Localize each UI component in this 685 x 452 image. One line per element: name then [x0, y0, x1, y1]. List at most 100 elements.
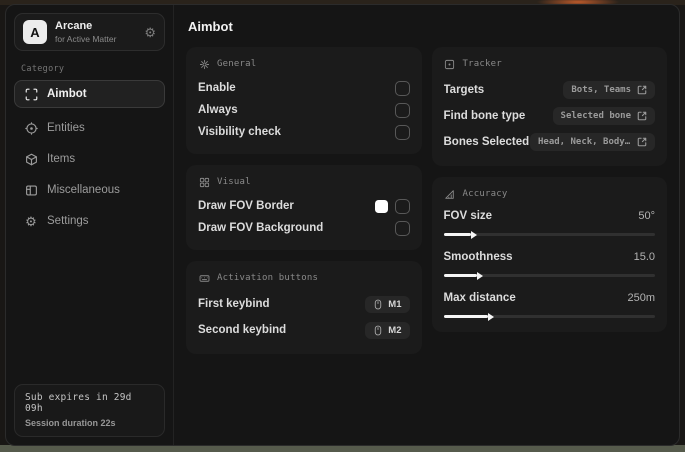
sidebar-nav: Aimbot Entities Items Miscellaneous ⚙ Se…: [14, 80, 165, 235]
select-value: Bots, Teams: [571, 85, 631, 95]
expand-icon: [637, 111, 647, 121]
draw-fov-border-checkbox[interactable]: [394, 198, 410, 214]
max-distance-slider[interactable]: [443, 315, 655, 318]
brand-card: A Arcane for Active Matter ⚙: [14, 13, 165, 51]
crosshair-scan-icon: [24, 87, 38, 101]
section-title: Accuracy: [462, 189, 508, 199]
gear-adjust-icon: [198, 58, 210, 70]
brand-name: Arcane: [55, 20, 93, 32]
smoothness-value: 15.0: [633, 251, 655, 263]
right-column: Tracker Targets Bots, Teams Find bone ty…: [431, 47, 667, 332]
setting-row-first-keybind: First keybind M1: [198, 291, 410, 317]
brand-subtitle: for Active Matter: [55, 34, 117, 44]
row-label: First keybind: [198, 298, 270, 310]
targets-select[interactable]: Bots, Teams: [563, 81, 655, 99]
left-column: General Enable Always Visibility check V…: [186, 47, 422, 354]
cube-icon: [24, 152, 38, 166]
enable-checkbox[interactable]: [394, 80, 410, 96]
accuracy-header: Accuracy: [444, 188, 656, 200]
sidebar-item-miscellaneous[interactable]: Miscellaneous: [14, 176, 165, 204]
setting-row-find-bone-type: Find bone type Selected bone: [443, 103, 655, 129]
row-label: Second keybind: [198, 324, 287, 336]
row-label: Targets: [443, 84, 485, 96]
keybind-value: M2: [388, 324, 402, 336]
smoothness-slider[interactable]: [443, 274, 655, 277]
fov-size-value: 50°: [638, 210, 655, 222]
row-label: Bones Selected: [443, 136, 530, 148]
expand-icon: [637, 137, 647, 147]
slider-group-smoothness: Smoothness 15.0: [443, 248, 655, 277]
fov-border-color-swatch[interactable]: [374, 199, 388, 213]
general-header: General: [198, 58, 410, 70]
slider-group-fov-size: FOV size 50°: [443, 207, 655, 236]
row-label: Find bone type: [443, 110, 526, 122]
select-value: Head, Neck, Body, Pe...: [538, 137, 631, 147]
triangle-ruler-icon: [444, 188, 456, 200]
general-card: General Enable Always Visibility check: [186, 47, 422, 154]
find-bone-type-select[interactable]: Selected bone: [552, 107, 655, 125]
main-content: Aimbot General Enable Always Visibility …: [174, 5, 679, 445]
mouse-icon: [375, 325, 382, 335]
menu-window: A Arcane for Active Matter ⚙ Category Ai…: [5, 4, 680, 446]
sidebar-item-entities[interactable]: Entities: [14, 114, 165, 142]
setting-row-second-keybind: Second keybind M2: [198, 317, 410, 343]
mouse-icon: [375, 299, 382, 309]
setting-row-always: Always: [198, 99, 410, 121]
page-title: Aimbot: [188, 19, 233, 34]
target-box-icon: [444, 58, 456, 70]
section-title: Tracker: [462, 59, 502, 69]
sidebar-item-label: Entities: [47, 122, 85, 134]
second-keybind-button[interactable]: M2: [365, 321, 410, 339]
max-distance-value: 250m: [627, 292, 655, 304]
gear-icon[interactable]: ⚙: [144, 26, 156, 39]
category-label: Category: [21, 64, 65, 74]
tracker-card: Tracker Targets Bots, Teams Find bone ty…: [431, 47, 667, 166]
grid-icon: [198, 176, 210, 188]
setting-row-enable: Enable: [198, 77, 410, 99]
setting-row-visibility-check: Visibility check: [198, 121, 410, 143]
gear-icon: ⚙: [25, 213, 37, 229]
activation-card: Activation buttons First keybind M1 Seco…: [186, 261, 422, 354]
sub-expiry-text: Sub expires in 29d 09h: [25, 392, 132, 414]
sidebar: A Arcane for Active Matter ⚙ Category Ai…: [6, 5, 174, 445]
row-label: Visibility check: [198, 126, 281, 138]
row-label: Enable: [198, 82, 236, 94]
brand-text: Arcane for Active Matter: [55, 20, 116, 44]
always-checkbox[interactable]: [394, 102, 410, 118]
sidebar-item-label: Aimbot: [47, 88, 87, 100]
sidebar-item-label: Miscellaneous: [47, 184, 120, 196]
accuracy-card: Accuracy FOV size 50° Smoothness 15.0 Ma…: [431, 177, 667, 332]
expand-icon: [637, 85, 647, 95]
sidebar-item-settings[interactable]: ⚙ Settings: [14, 207, 165, 235]
activation-header: Activation buttons: [198, 272, 410, 284]
sidebar-item-items[interactable]: Items: [14, 145, 165, 173]
entities-radar-icon: [24, 121, 38, 135]
select-value: Selected bone: [560, 111, 631, 121]
first-keybind-button[interactable]: M1: [365, 295, 410, 313]
section-title: General: [217, 59, 257, 69]
section-title: Visual: [217, 177, 251, 187]
session-duration-text: Session duration 22s: [25, 418, 116, 428]
row-label: Always: [198, 104, 238, 116]
fov-size-slider[interactable]: [443, 233, 655, 236]
slider-fill: [443, 233, 471, 236]
setting-row-bones-selected: Bones Selected Head, Neck, Body, Pe...: [443, 129, 655, 155]
row-label: Max distance: [443, 292, 516, 304]
sidebar-item-label: Items: [47, 153, 76, 165]
row-label: Draw FOV Background: [198, 222, 324, 234]
visibility-check-checkbox[interactable]: [394, 124, 410, 140]
bones-selected-select[interactable]: Head, Neck, Body, Pe...: [530, 133, 655, 151]
slider-fill: [443, 315, 488, 318]
subscription-card: Sub expires in 29d 09h Session duration …: [14, 384, 165, 437]
sidebar-item-aimbot[interactable]: Aimbot: [14, 80, 165, 108]
setting-row-draw-fov-border: Draw FOV Border: [198, 195, 410, 217]
draw-fov-background-checkbox[interactable]: [394, 220, 410, 236]
visual-card: Visual Draw FOV Border Draw FOV Backgrou…: [186, 165, 422, 250]
row-label: FOV size: [443, 210, 493, 222]
brand-logo: A: [23, 20, 47, 44]
tracker-header: Tracker: [444, 58, 656, 70]
visual-header: Visual: [198, 176, 410, 188]
keybind-value: M1: [388, 298, 402, 310]
row-label: Smoothness: [443, 251, 513, 263]
layout-icon: [24, 183, 38, 197]
